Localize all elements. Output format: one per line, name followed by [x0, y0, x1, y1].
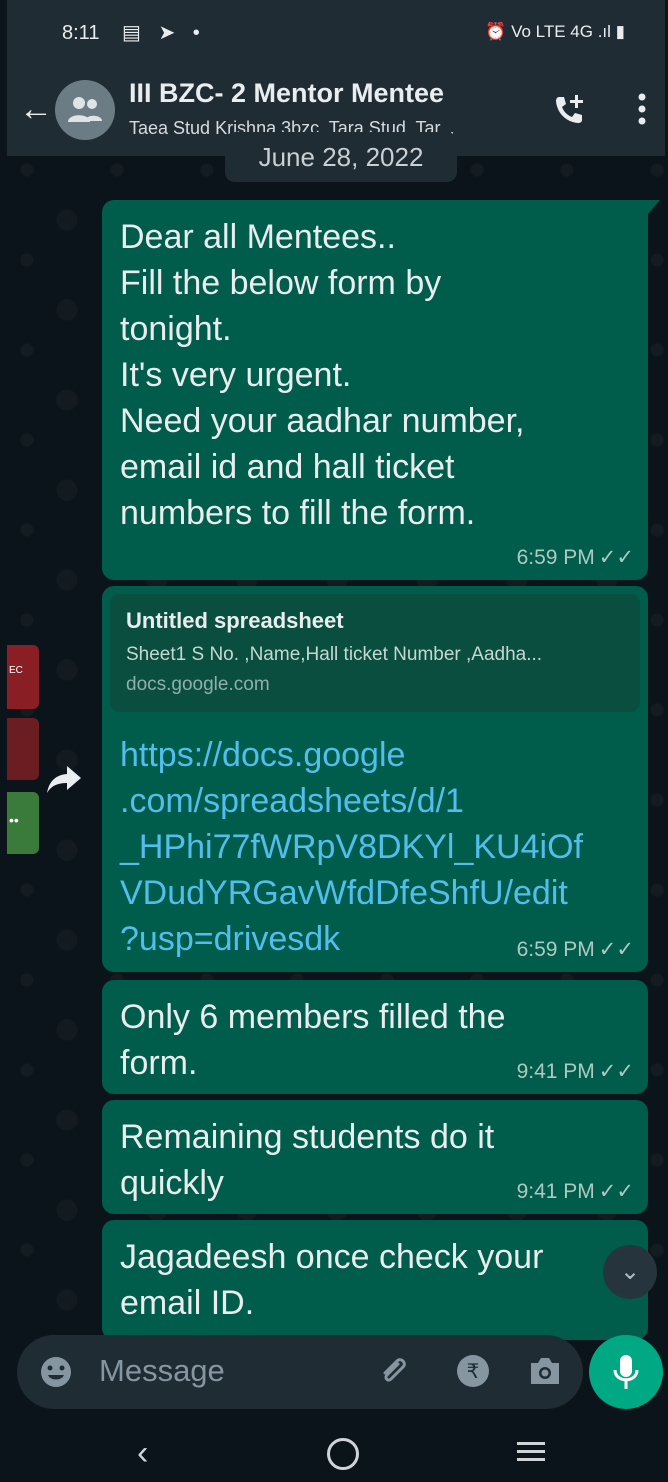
screen-recorder-widget[interactable]: EC [7, 645, 39, 709]
message-time: 6:59 PM [516, 546, 595, 569]
message-time: 6:59 PM [516, 938, 595, 961]
link-preview-title: Untitled spreadsheet [126, 608, 344, 633]
link-preview-domain: docs.google.com [126, 674, 270, 695]
message-time: 9:41 PM [516, 1060, 595, 1083]
status-time: 8:11 [62, 22, 100, 44]
chat-title[interactable]: III BZC- 2 Mentor Mentee [129, 78, 444, 109]
back-arrow-icon[interactable]: ← [19, 90, 53, 129]
recorder-more-widget[interactable]: •• [7, 792, 39, 854]
message-bubble[interactable]: Jagadeesh once check your email ID. [102, 1220, 648, 1340]
spreadsheet-link[interactable]: https://docs.google .com/spreadsheets/d/… [120, 732, 630, 962]
message-text: Dear all Mentees.. Fill the below form b… [120, 218, 525, 532]
link-message-bubble[interactable]: Untitled spreadsheet Sheet1 S No. ,Name,… [102, 586, 648, 972]
message-meta: 6:59 PM ✓✓ [517, 545, 634, 570]
message-bubble[interactable]: Dear all Mentees.. Fill the below form b… [102, 200, 660, 580]
add-call-icon[interactable] [551, 92, 587, 133]
group-icon [68, 97, 102, 122]
double-check-icon: ✓✓ [598, 546, 634, 569]
double-check-icon: ✓✓ [598, 1060, 634, 1083]
nav-recents-icon[interactable] [515, 1440, 547, 1469]
nav-back-icon[interactable]: ‹ [137, 1434, 148, 1473]
message-text: Jagadeesh once check your email ID. [120, 1238, 544, 1322]
microphone-icon [613, 1355, 639, 1389]
recorder-label: EC [9, 665, 23, 676]
system-icons: ⏰ Vo LTE 4G .ıl ▮ [485, 22, 625, 41]
link-text[interactable]: https://docs.google .com/spreadsheets/d/… [120, 736, 583, 958]
message-bubble[interactable]: Only 6 members filled the form. 9:41 PM ✓… [102, 980, 648, 1094]
message-bubble[interactable]: Remaining students do it quickly 9:41 PM… [102, 1100, 648, 1214]
double-check-icon: ✓✓ [598, 938, 634, 961]
emoji-icon[interactable] [39, 1355, 73, 1394]
notification-icons: ▤ ➤ • [122, 22, 206, 44]
payment-icon[interactable]: ₹ [455, 1353, 491, 1394]
recorder-pause-widget[interactable] [7, 718, 39, 780]
forward-icon[interactable] [45, 762, 85, 801]
status-bar: 8:11 ▤ ➤ • ⏰ Vo LTE 4G .ıl ▮ [7, 0, 665, 70]
message-input[interactable]: Message [99, 1353, 225, 1389]
more-options-icon[interactable] [637, 92, 647, 131]
microphone-button[interactable] [589, 1335, 663, 1409]
group-avatar[interactable] [55, 80, 115, 140]
message-meta: 9:41 PM ✓✓ [517, 1179, 634, 1204]
scroll-down-icon[interactable]: ⌄ [603, 1245, 657, 1299]
message-meta: 9:41 PM ✓✓ [517, 1059, 634, 1084]
attach-icon[interactable] [377, 1353, 413, 1394]
message-input-bar[interactable]: Message ₹ [17, 1335, 583, 1409]
message-meta: 6:59 PM ✓✓ [517, 937, 634, 962]
phone-screen: 8:11 ▤ ➤ • ⏰ Vo LTE 4G .ıl ▮ ← III BZC- … [7, 0, 665, 1482]
svg-text:₹: ₹ [467, 1359, 480, 1383]
link-preview-description: Sheet1 S No. ,Name,Hall ticket Number ,A… [126, 644, 543, 665]
system-navigation-bar: ‹ [7, 1422, 665, 1482]
nav-home-icon[interactable] [327, 1438, 359, 1470]
message-time: 9:41 PM [516, 1180, 595, 1203]
link-preview-card[interactable]: Untitled spreadsheet Sheet1 S No. ,Name,… [110, 594, 640, 712]
camera-icon[interactable] [527, 1355, 563, 1392]
date-separator: June 28, 2022 [225, 132, 457, 182]
dots-icon: •• [9, 812, 19, 828]
double-check-icon: ✓✓ [598, 1180, 634, 1203]
